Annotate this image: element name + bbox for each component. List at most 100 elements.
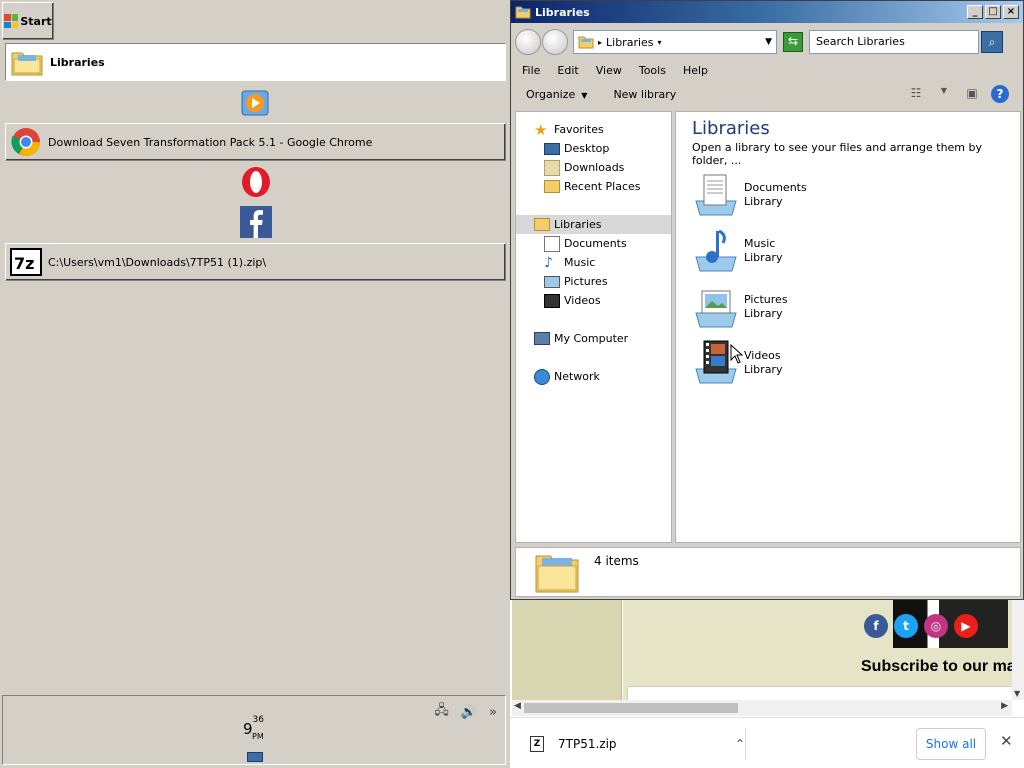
desktop-icon (544, 142, 560, 155)
recent-places-icon (544, 180, 560, 193)
nav-favorites[interactable]: ★ Favorites (516, 120, 671, 139)
show-desktop-icon[interactable] (247, 752, 263, 762)
menu-file[interactable]: File (522, 64, 540, 77)
scroll-left-icon[interactable]: ◀ (514, 701, 521, 711)
refresh-button[interactable]: ⇆ (783, 32, 803, 52)
scroll-thumb[interactable] (524, 703, 738, 713)
network-tray-icon[interactable]: 🖧 (434, 701, 449, 723)
address-dropdown-icon[interactable]: ▼ (765, 37, 772, 47)
window-title: Libraries (535, 5, 590, 19)
minimize-button[interactable]: _ (967, 5, 983, 19)
forward-button[interactable] (542, 29, 568, 55)
search-icon[interactable]: ⌕ (981, 31, 1003, 53)
facebook-icon[interactable] (240, 206, 272, 238)
downloads-icon (544, 159, 560, 176)
download-item[interactable]: Z 7TP51.zip ⌃ (530, 732, 745, 756)
nav-label: Videos (564, 294, 601, 307)
media-player-icon[interactable] (240, 88, 272, 120)
vertical-scrollbar[interactable]: ▼ (1012, 600, 1024, 700)
organize-button[interactable]: Organize ▼ (526, 88, 587, 101)
nav-my-computer[interactable]: My Computer (516, 329, 671, 348)
system-tray: 🖧 🔊 » 936PM (2, 695, 506, 765)
videos-icon (544, 293, 560, 308)
chevron-up-icon[interactable]: ⌃ (735, 737, 745, 751)
view-dropdown-icon[interactable]: ▼ (935, 86, 953, 102)
explorer-window: Libraries _ □ × ▸ Libraries ▾ ▼ ⇆ Search… (510, 0, 1024, 600)
chrome-browser-window: f t ◎ ▶ Subscribe to our ma ▼ ◀ ▶ Z 7TP5… (510, 600, 1024, 768)
instagram-social-icon[interactable]: ◎ (924, 614, 948, 638)
start-button[interactable]: Start (2, 2, 54, 40)
show-all-button[interactable]: Show all (916, 728, 986, 760)
divider (745, 728, 746, 760)
youtube-social-icon[interactable]: ▶ (954, 614, 978, 638)
breadcrumb-arrow-icon[interactable]: ▸ (598, 38, 602, 47)
close-button[interactable]: × (1003, 5, 1019, 19)
facebook-social-icon[interactable]: f (864, 614, 888, 638)
libraries-title-icon (515, 6, 531, 19)
star-icon: ★ (534, 120, 548, 139)
scroll-down-icon[interactable]: ▼ (1014, 689, 1020, 698)
nav-network[interactable]: Network (516, 367, 671, 386)
nav-pictures[interactable]: Pictures (516, 272, 671, 291)
close-icon[interactable]: ✕ (1000, 732, 1013, 750)
breadcrumb-libraries[interactable]: Libraries (606, 36, 654, 49)
page-content: f t ◎ ▶ Subscribe to our ma (623, 600, 1012, 700)
nav-recent-places[interactable]: Recent Places (516, 177, 671, 196)
task-label: Libraries (50, 55, 105, 69)
task-button-7zip[interactable]: 7z C:\Users\vm1\Downloads\7TP51 (1).zip\ (5, 243, 506, 281)
music-library-icon (695, 229, 737, 272)
nav-label: Pictures (564, 275, 608, 288)
computer-icon (534, 332, 550, 345)
nav-videos[interactable]: Videos (516, 291, 671, 310)
volume-tray-icon[interactable]: 🔊 (461, 705, 477, 720)
menu-help[interactable]: Help (683, 64, 708, 77)
zip-file-icon: Z (530, 736, 544, 752)
opera-icon[interactable] (240, 166, 272, 198)
content-subtitle: Open a library to see your files and arr… (692, 141, 983, 167)
clock-ampm: PM (252, 732, 264, 741)
menu-edit[interactable]: Edit (557, 64, 578, 77)
view-options-icon[interactable]: ☷ (907, 86, 925, 102)
address-field[interactable]: ▸ Libraries ▾ ▼ (573, 30, 777, 54)
address-bar: ▸ Libraries ▾ ▼ ⇆ Search Libraries ⌕ (511, 25, 1023, 59)
nav-music[interactable]: ♪ Music (516, 253, 671, 272)
menu-view[interactable]: View (596, 64, 622, 77)
library-videos[interactable]: Videos Library (692, 338, 892, 388)
documents-library-icon (695, 174, 737, 216)
breadcrumb-chevron-icon[interactable]: ▾ (658, 38, 662, 47)
nav-label: Downloads (564, 161, 625, 174)
search-input[interactable]: Search Libraries (809, 30, 979, 54)
new-library-button[interactable]: New library (613, 88, 676, 101)
library-type: Library (744, 363, 783, 376)
nav-libraries[interactable]: Libraries (516, 215, 671, 234)
twitter-social-icon[interactable]: t (894, 614, 918, 638)
music-icon: ♪ (544, 254, 553, 271)
back-button[interactable] (515, 29, 541, 55)
tray-expand-button[interactable]: » (489, 705, 497, 720)
nav-label: Libraries (554, 218, 602, 231)
library-type: Library (744, 307, 783, 320)
nav-documents[interactable]: Documents (516, 234, 671, 253)
maximize-button[interactable]: □ (985, 5, 1001, 19)
menu-bar: File Edit View Tools Help (511, 61, 1023, 79)
task-button-chrome[interactable]: Download Seven Transformation Pack 5.1 -… (5, 123, 506, 161)
nav-downloads[interactable]: Downloads (516, 158, 671, 177)
help-icon[interactable]: ? (991, 85, 1009, 103)
library-pictures[interactable]: Pictures Library (692, 282, 892, 332)
start-label: Start (20, 14, 52, 28)
library-music[interactable]: Music Library (692, 226, 892, 276)
details-pane: 4 items (515, 547, 1021, 597)
scroll-right-icon[interactable]: ▶ (1001, 701, 1008, 711)
content-pane: Libraries Open a library to see your fil… (675, 111, 1021, 543)
subscribe-email-input[interactable] (627, 686, 1012, 700)
nav-desktop[interactable]: Desktop (516, 139, 671, 158)
task-button-libraries[interactable]: Libraries (5, 43, 506, 81)
menu-tools[interactable]: Tools (639, 64, 666, 77)
library-documents[interactable]: Documents Library (692, 170, 892, 220)
preview-pane-icon[interactable]: ▣ (963, 86, 981, 102)
title-bar[interactable]: Libraries _ □ × (511, 1, 1023, 23)
clock[interactable]: 936PM (243, 715, 276, 741)
nav-label: Recent Places (564, 180, 641, 193)
command-bar: Organize ▼ New library ☷ ▼ ▣ ? (511, 83, 1023, 105)
horizontal-scrollbar[interactable]: ◀ ▶ (512, 700, 1012, 716)
